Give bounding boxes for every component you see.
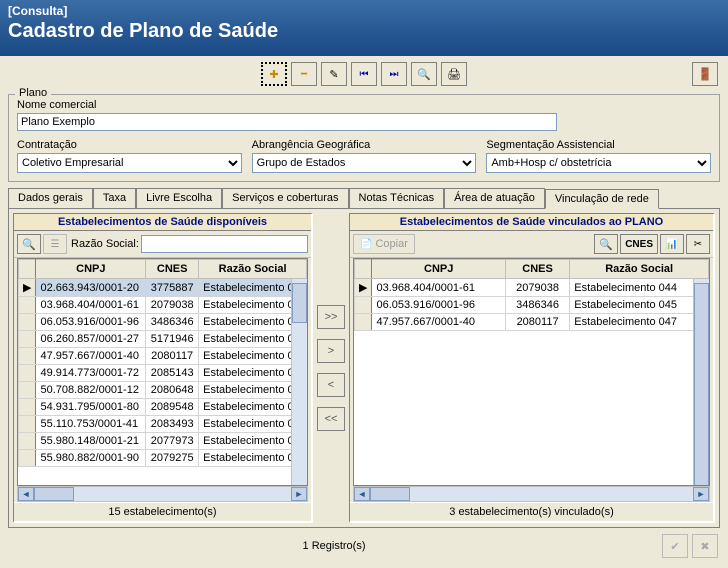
- copy-icon: [360, 238, 372, 250]
- col-cnpj[interactable]: CNPJ: [36, 260, 146, 279]
- printer-icon: [447, 68, 461, 81]
- col-razao[interactable]: Razão Social: [570, 260, 709, 279]
- available-header: Estabelecimentos de Saúde disponíveis: [14, 214, 311, 231]
- table-row[interactable]: 03.968.404/0001-612079038Estabelecimento…: [19, 297, 307, 314]
- remove-one-button[interactable]: <: [317, 373, 345, 397]
- pencil-icon: [329, 68, 338, 81]
- col-cnpj[interactable]: CNPJ: [372, 260, 505, 279]
- exit-button[interactable]: [692, 62, 718, 86]
- linked-hscrollbar[interactable]: ◄►: [353, 486, 710, 502]
- cnes-button[interactable]: CNES: [620, 234, 658, 254]
- binoculars-icon: [22, 238, 36, 251]
- tab-panel: Estabelecimentos de Saúde disponíveis Ra…: [8, 208, 720, 528]
- linked-pane: Estabelecimentos de Saúde vinculados ao …: [349, 213, 715, 523]
- footer-bar: 1 Registro(s) ✔ ✖: [0, 528, 728, 564]
- row-marker-header: [19, 260, 36, 279]
- table-row[interactable]: 06.053.916/0001-963486346Estabelecimento…: [355, 297, 709, 314]
- available-footer: 15 estabelecimento(s): [14, 502, 311, 521]
- table-row[interactable]: 55.980.882/0001-902079275Estabelecimento…: [19, 450, 307, 467]
- segmentacao-label: Segmentação Assistencial: [486, 139, 711, 151]
- table-row[interactable]: 06.053.916/0001-963486346Estabelecimento…: [19, 314, 307, 331]
- door-icon: [698, 67, 713, 81]
- available-vscrollbar[interactable]: [291, 279, 307, 485]
- table-row[interactable]: 47.957.667/0001-402080117Estabelecimento…: [19, 348, 307, 365]
- plano-fieldset: Plano Nome comercial Contratação Coletiv…: [8, 94, 720, 182]
- table-row[interactable]: 49.914.773/0001-722085143Estabelecimento…: [19, 365, 307, 382]
- tab-vinculacao[interactable]: Vinculação de rede: [545, 189, 659, 209]
- window-title: Cadastro de Plano de Saúde: [8, 20, 720, 43]
- col-cnes[interactable]: CNES: [146, 260, 199, 279]
- add-button[interactable]: [261, 62, 287, 86]
- add-one-button[interactable]: >: [317, 339, 345, 363]
- remove-button[interactable]: [291, 62, 317, 86]
- export-excel-button[interactable]: [660, 234, 684, 254]
- razao-social-label: Razão Social:: [71, 238, 139, 250]
- prev-icon: [360, 68, 369, 80]
- available-toolbar: Razão Social:: [14, 231, 311, 258]
- cancel-button[interactable]: ✖: [692, 534, 718, 558]
- tab-dados-gerais[interactable]: Dados gerais: [8, 188, 93, 208]
- confirm-button[interactable]: ✔: [662, 534, 688, 558]
- window-status: [Consulta]: [8, 4, 720, 18]
- table-row[interactable]: 55.110.753/0001-412083493Estabelecimento…: [19, 416, 307, 433]
- contratacao-label: Contratação: [17, 139, 242, 151]
- binoculars-icon: [417, 68, 431, 81]
- main-toolbar: [0, 56, 728, 92]
- contratacao-select[interactable]: Coletivo Empresarial: [17, 153, 242, 173]
- segmentacao-select[interactable]: Amb+Hosp c/ obstetrícia: [486, 153, 711, 173]
- linked-grid[interactable]: CNPJ CNES Razão Social ▶03.968.404/0001-…: [353, 258, 710, 486]
- available-hscrollbar[interactable]: ◄►: [17, 486, 308, 502]
- tab-taxa[interactable]: Taxa: [93, 188, 136, 208]
- linked-search-button[interactable]: [594, 234, 618, 254]
- tab-livre-escolha[interactable]: Livre Escolha: [136, 188, 222, 208]
- linked-toolbar: Copiar CNES: [350, 231, 713, 258]
- tab-notas[interactable]: Notas Técnicas: [349, 188, 445, 208]
- excel-icon: [666, 238, 678, 250]
- available-pane: Estabelecimentos de Saúde disponíveis Ra…: [13, 213, 313, 523]
- table-row[interactable]: 06.260.857/0001-275171946Estabelecimento…: [19, 331, 307, 348]
- row-marker-header: [355, 260, 372, 279]
- minus-icon: [301, 68, 307, 80]
- tab-area[interactable]: Área de atuação: [444, 188, 545, 208]
- linked-footer: 3 estabelecimento(s) vinculado(s): [350, 502, 713, 521]
- binoculars-icon: [599, 238, 613, 251]
- available-search-button[interactable]: [17, 234, 41, 254]
- table-row[interactable]: 55.980.148/0001-212077973Estabelecimento…: [19, 433, 307, 450]
- transfer-buttons: >> > < <<: [315, 213, 347, 523]
- razao-social-input[interactable]: [141, 235, 308, 253]
- next-button[interactable]: [381, 62, 407, 86]
- list-icon: [51, 238, 60, 250]
- copy-button[interactable]: Copiar: [353, 234, 415, 254]
- linked-header: Estabelecimentos de Saúde vinculados ao …: [350, 214, 713, 231]
- table-row[interactable]: 47.957.667/0001-402080117Estabelecimento…: [355, 314, 709, 331]
- delete-link-button[interactable]: [686, 234, 710, 254]
- linked-vscrollbar[interactable]: [693, 279, 709, 485]
- available-grid[interactable]: CNPJ CNES Razão Social ▶02.663.943/0001-…: [17, 258, 308, 486]
- remove-all-button[interactable]: <<: [317, 407, 345, 431]
- scissors-icon: [694, 238, 702, 250]
- tab-servicos[interactable]: Serviços e coberturas: [222, 188, 348, 208]
- table-row[interactable]: ▶02.663.943/0001-203775887Estabeleciment…: [19, 279, 307, 297]
- search-button[interactable]: [411, 62, 437, 86]
- prev-button[interactable]: [351, 62, 377, 86]
- table-row[interactable]: 54.931.795/0001-802089548Estabelecimento…: [19, 399, 307, 416]
- table-row[interactable]: ▶03.968.404/0001-612079038Estabeleciment…: [355, 279, 709, 297]
- plano-legend: Plano: [15, 87, 51, 99]
- col-cnes[interactable]: CNES: [505, 260, 569, 279]
- plus-icon: [269, 68, 278, 81]
- tab-strip: Dados gerais Taxa Livre Escolha Serviços…: [8, 188, 720, 208]
- col-razao[interactable]: Razão Social: [199, 260, 307, 279]
- print-button[interactable]: [441, 62, 467, 86]
- title-bar: [Consulta] Cadastro de Plano de Saúde: [0, 0, 728, 56]
- next-icon: [390, 68, 399, 80]
- abrangencia-select[interactable]: Grupo de Estados: [252, 153, 477, 173]
- nome-comercial-label: Nome comercial: [17, 99, 711, 111]
- add-all-button[interactable]: >>: [317, 305, 345, 329]
- available-list-button[interactable]: [43, 234, 67, 254]
- record-count: 1 Registro(s): [10, 540, 658, 552]
- edit-button[interactable]: [321, 62, 347, 86]
- table-row[interactable]: 50.708.882/0001-122080648Estabelecimento…: [19, 382, 307, 399]
- nome-comercial-input[interactable]: [17, 113, 557, 131]
- abrangencia-label: Abrangência Geográfica: [252, 139, 477, 151]
